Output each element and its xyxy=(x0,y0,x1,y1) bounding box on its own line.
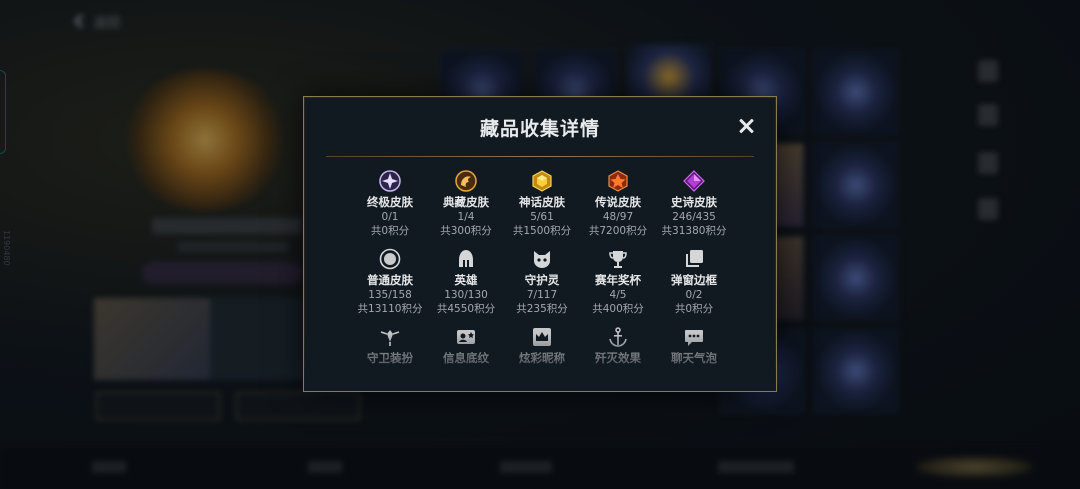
close-icon[interactable] xyxy=(736,115,758,137)
item-label: 典藏皮肤 xyxy=(443,195,489,209)
item-points: 共13110积分 xyxy=(357,303,423,315)
item-points: 共0积分 xyxy=(370,225,410,237)
guardian-spirit-icon xyxy=(530,247,554,271)
collection-item-epic-skin[interactable]: 史诗皮肤 246/435 共31380积分 xyxy=(656,169,732,238)
trophy-icon xyxy=(606,247,630,271)
dragon-crest-icon xyxy=(454,169,478,193)
item-label: 歼灭效果 xyxy=(595,351,641,365)
collection-item-ward-skin[interactable]: 守卫装扮 xyxy=(352,325,428,366)
frame-icon xyxy=(682,247,706,271)
collection-item-season-trophy[interactable]: 赛年奖杯 4/5 共400积分 xyxy=(580,247,656,316)
mythic-gem-icon xyxy=(530,169,554,193)
item-points: 共300积分 xyxy=(440,225,492,237)
collection-item-hero[interactable]: 英雄 130/130 共4550积分 xyxy=(428,247,504,316)
item-count: 0/2 xyxy=(685,289,703,301)
item-points: 共0积分 xyxy=(674,303,714,315)
item-label: 弹窗边框 xyxy=(671,273,717,287)
item-count: 0/1 xyxy=(381,211,399,223)
crown-badge-icon xyxy=(530,325,554,349)
collection-details-dialog: 藏品收集详情 终极皮肤 0/1 共0积分 典藏皮肤 1/4 共300积分 神话皮… xyxy=(303,96,777,392)
collection-item-color-nickname[interactable]: 炫彩昵称 xyxy=(504,325,580,366)
item-count: 130/130 xyxy=(444,289,488,301)
collection-item-profile-card[interactable]: 信息底纹 xyxy=(428,325,504,366)
item-label: 史诗皮肤 xyxy=(671,195,717,209)
item-points: 共235积分 xyxy=(516,303,568,315)
item-label: 信息底纹 xyxy=(443,351,489,365)
item-label: 英雄 xyxy=(454,273,478,287)
profile-card-icon xyxy=(454,325,478,349)
item-points: 共1500积分 xyxy=(512,225,572,237)
chat-bubble-icon xyxy=(682,325,706,349)
title-divider xyxy=(326,156,754,157)
item-count: 1/4 xyxy=(457,211,475,223)
item-label: 炫彩昵称 xyxy=(519,351,565,365)
item-label: 赛年奖杯 xyxy=(595,273,641,287)
epic-gem-icon xyxy=(682,169,706,193)
item-label: 守卫装扮 xyxy=(367,351,413,365)
item-count: 135/158 xyxy=(368,289,412,301)
collection-item-mythic-skin[interactable]: 神话皮肤 5/61 共1500积分 xyxy=(504,169,580,238)
collection-grid: 终极皮肤 0/1 共0积分 典藏皮肤 1/4 共300积分 神话皮肤 5/61 … xyxy=(352,169,732,366)
item-points: 共400积分 xyxy=(592,303,644,315)
item-label: 终极皮肤 xyxy=(367,195,413,209)
ultimate-gem-icon xyxy=(378,169,402,193)
item-points: 共31380积分 xyxy=(661,225,727,237)
item-label: 聊天气泡 xyxy=(671,351,717,365)
common-skin-icon xyxy=(378,247,402,271)
collection-item-popup-frame[interactable]: 弹窗边框 0/2 共0积分 xyxy=(656,247,732,316)
collection-item-common-skin[interactable]: 普通皮肤 135/158 共13110积分 xyxy=(352,247,428,316)
item-count: 48/97 xyxy=(602,211,634,223)
ward-icon xyxy=(378,325,402,349)
helmet-icon xyxy=(454,247,478,271)
item-points: 共7200积分 xyxy=(588,225,648,237)
collection-item-guardian[interactable]: 守护灵 7/117 共235积分 xyxy=(504,247,580,316)
item-label: 传说皮肤 xyxy=(595,195,641,209)
item-label: 守护灵 xyxy=(524,273,560,287)
anchor-icon xyxy=(606,325,630,349)
item-points: 共4550积分 xyxy=(436,303,496,315)
dialog-title: 藏品收集详情 xyxy=(479,118,600,140)
item-count: 246/435 xyxy=(672,211,716,223)
item-label: 神话皮肤 xyxy=(519,195,565,209)
collection-item-collector-skin[interactable]: 典藏皮肤 1/4 共300积分 xyxy=(428,169,504,238)
legend-gem-icon xyxy=(606,169,630,193)
collection-item-ultimate-skin[interactable]: 终极皮肤 0/1 共0积分 xyxy=(352,169,428,238)
collection-item-legend-skin[interactable]: 传说皮肤 48/97 共7200积分 xyxy=(580,169,656,238)
item-count: 5/61 xyxy=(530,211,554,223)
item-label: 普通皮肤 xyxy=(367,273,413,287)
item-count: 4/5 xyxy=(609,289,627,301)
collection-item-kill-effect[interactable]: 歼灭效果 xyxy=(580,325,656,366)
collection-item-chat-bubble[interactable]: 聊天气泡 xyxy=(656,325,732,366)
item-count: 7/117 xyxy=(526,289,558,301)
